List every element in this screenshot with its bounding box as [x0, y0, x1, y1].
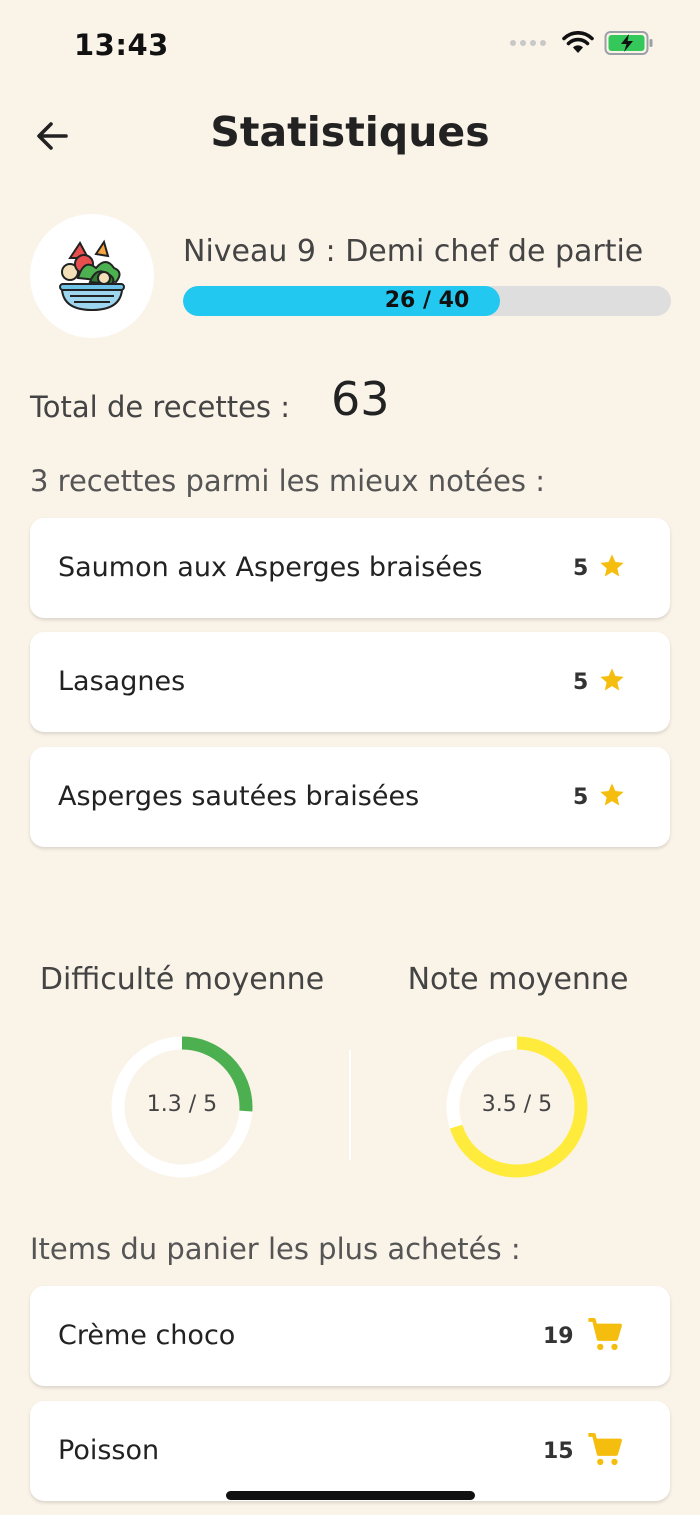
difficulty-gauge-title: Difficulté moyenne [39, 962, 325, 997]
total-recipes-value: 63 [331, 372, 390, 426]
recipe-name: Lasagnes [58, 666, 186, 697]
cart-icon [588, 1318, 622, 1351]
cart-item-name: Poisson [58, 1435, 160, 1466]
status-time: 13:43 [74, 28, 169, 62]
top-recipe-card[interactable]: Saumon aux Asperges braisées 5 [30, 518, 670, 618]
cellular-signal-icon [510, 40, 546, 46]
top-recipe-card[interactable]: Lasagnes 5 [30, 632, 670, 732]
gauge-divider [349, 1050, 351, 1160]
statistics-screen: 13:43 Statistiques Niveau 9: Demi chef … [0, 0, 700, 1515]
top-recipe-card[interactable]: Asperges sautées braisées 5 [30, 747, 670, 847]
total-recipes-label: Total de recettes : [30, 390, 291, 424]
salad-bowl-icon [59, 239, 125, 312]
cart-item-count: 15 [543, 1439, 574, 1464]
cart-icon [588, 1433, 622, 1466]
wifi-icon [562, 31, 594, 53]
avatar [30, 214, 154, 338]
star-icon [600, 783, 624, 806]
recipe-name: Saumon aux Asperges braisées [58, 552, 483, 583]
recipe-rating: 5 [573, 670, 589, 695]
battery-charging-icon [604, 31, 653, 55]
page-title: Statistiques [210, 108, 490, 156]
level-title: Niveau 9 : Demi chef de partie [183, 234, 644, 269]
home-indicator[interactable] [226, 1491, 475, 1500]
recipe-name: Asperges sautées braisées [58, 781, 420, 812]
recipe-rating: 5 [573, 785, 589, 810]
status-icons [510, 30, 654, 56]
difficulty-gauge: 1.3 / 5 [109, 1034, 255, 1180]
level-progress-label: 26 / 40 [384, 288, 470, 313]
recipe-rating: 5 [573, 556, 589, 581]
cart-items-title: Items du panier les plus achetés : [30, 1232, 521, 1266]
star-icon [600, 554, 624, 577]
level-progress-bar: 26 / 40 [183, 286, 671, 316]
cart-item-count: 19 [543, 1324, 574, 1349]
difficulty-gauge-value: 1.3 / 5 [146, 1092, 218, 1117]
cart-item-name: Crème choco [58, 1320, 236, 1351]
rating-gauge-value: 3.5 / 5 [481, 1092, 553, 1117]
rating-gauge-title: Note moyenne [407, 962, 629, 997]
top-recipes-title: 3 recettes parmi les mieux notées : [30, 464, 546, 498]
cart-item-card[interactable]: Poisson 15 [30, 1401, 670, 1501]
rating-gauge: 3.5 / 5 [444, 1034, 590, 1180]
star-icon [600, 668, 624, 691]
cart-item-card[interactable]: Crème choco 19 [30, 1286, 670, 1386]
